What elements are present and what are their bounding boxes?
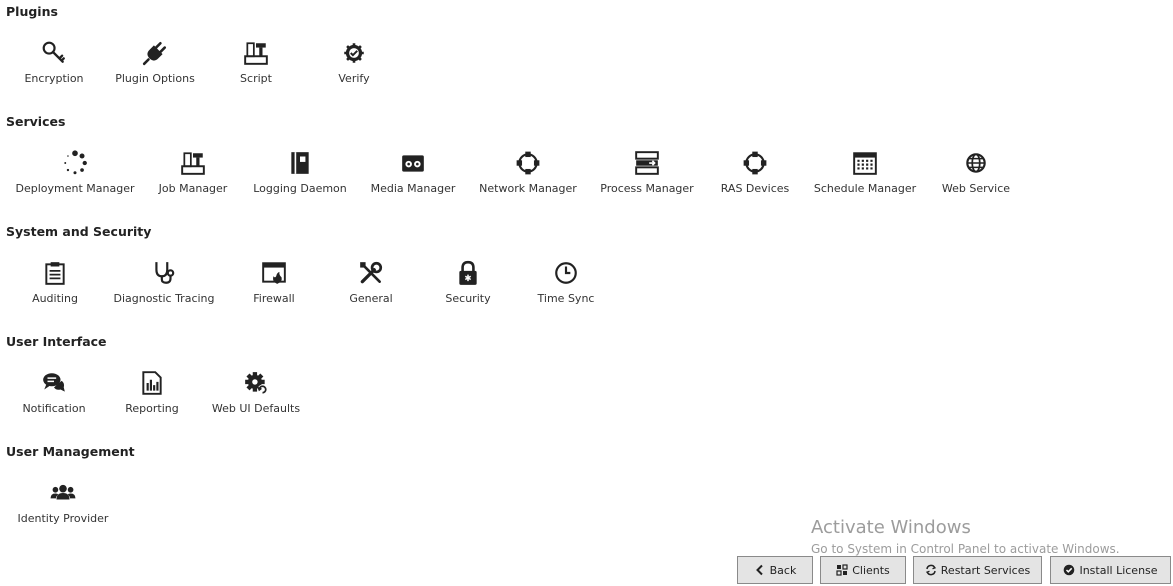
restart-services-button[interactable]: Restart Services: [913, 556, 1042, 584]
script-icon: [244, 42, 268, 65]
network-ring-icon: [516, 151, 540, 175]
tile-label: Process Manager: [600, 182, 694, 195]
job-icon: [181, 152, 205, 175]
clock-icon: [555, 262, 577, 284]
tile-label: Script: [240, 72, 272, 85]
section-title-system-security: System and Security: [6, 224, 152, 239]
tile-label: Verify: [338, 72, 370, 85]
tile-diagnostic-tracing[interactable]: Diagnostic Tracing: [104, 260, 224, 305]
tile-label: Network Manager: [479, 182, 577, 195]
tile-job-manager[interactable]: Job Manager: [133, 150, 253, 195]
report-icon: [142, 371, 162, 395]
tile-label: Media Manager: [370, 182, 456, 195]
tile-label: RAS Devices: [720, 182, 790, 195]
tile-deployment-manager[interactable]: Deployment Manager: [15, 150, 135, 195]
tile-verify[interactable]: Verify: [294, 40, 414, 85]
tile-network-manager[interactable]: Network Manager: [468, 150, 588, 195]
tile-label: Plugin Options: [115, 72, 195, 85]
globe-icon: [966, 153, 986, 173]
tile-identity-provider[interactable]: Identity Provider: [3, 480, 123, 525]
tile-label: Time Sync: [537, 292, 595, 305]
tile-label: Web UI Defaults: [211, 402, 301, 415]
verify-gear-icon: [344, 43, 364, 63]
section-title-user-interface: User Interface: [6, 334, 107, 349]
tile-label: Identity Provider: [17, 512, 109, 525]
tile-time-sync[interactable]: Time Sync: [506, 260, 626, 305]
activate-windows-subtitle: Go to System in Control Panel to activat…: [811, 542, 1120, 556]
tile-label: Diagnostic Tracing: [113, 292, 215, 305]
refresh-icon: [925, 564, 936, 576]
tile-label: Logging Daemon: [253, 182, 347, 195]
back-button[interactable]: Back: [737, 556, 813, 584]
tile-schedule-manager[interactable]: Schedule Manager: [805, 150, 925, 195]
back-button-label: Back: [769, 563, 797, 577]
activate-windows-title: Activate Windows: [811, 517, 971, 538]
gear-refresh-icon: [245, 372, 268, 395]
clients-button-label: Clients: [852, 563, 890, 577]
stethoscope-icon: [155, 262, 175, 284]
process-icon: [635, 151, 659, 175]
tile-label: General: [349, 292, 393, 305]
tile-web-ui-defaults[interactable]: Web UI Defaults: [196, 370, 316, 415]
tile-ras-devices[interactable]: RAS Devices: [695, 150, 815, 195]
tile-label: Web Service: [941, 182, 1011, 195]
tile-label: Security: [445, 292, 491, 305]
plug-icon: [142, 41, 167, 66]
tile-label: Notification: [22, 402, 86, 415]
section-title-user-management: User Management: [6, 444, 135, 459]
tape-icon: [402, 155, 424, 172]
section-title-plugins: Plugins: [6, 4, 58, 19]
key-icon: [42, 41, 65, 63]
tile-label: Schedule Manager: [813, 182, 917, 195]
tools-icon: [360, 261, 383, 284]
spinner-icon: [64, 150, 87, 175]
clients-icon: [836, 564, 848, 576]
firewall-icon: [262, 262, 286, 284]
tile-media-manager[interactable]: Media Manager: [353, 150, 473, 195]
chevron-left-icon: [755, 564, 763, 576]
tile-label: Firewall: [253, 292, 295, 305]
restart-services-button-label: Restart Services: [940, 563, 1031, 577]
install-license-button[interactable]: Install License: [1050, 556, 1171, 584]
tile-label: Auditing: [32, 292, 78, 305]
lock-icon: [459, 260, 477, 285]
calendar-icon: [853, 152, 877, 175]
clipboard-icon: [45, 262, 65, 285]
clients-button[interactable]: Clients: [820, 556, 906, 584]
tile-label: Deployment Manager: [15, 182, 135, 195]
book-icon: [291, 152, 309, 174]
tile-logging-daemon[interactable]: Logging Daemon: [240, 150, 360, 195]
tile-reporting[interactable]: Reporting: [92, 370, 212, 415]
tile-auditing[interactable]: Auditing: [0, 260, 115, 305]
tile-label: Encryption: [24, 72, 84, 85]
ras-ring-icon: [743, 151, 767, 175]
users-icon: [50, 484, 76, 500]
tile-web-service[interactable]: Web Service: [916, 150, 1036, 195]
tile-process-manager[interactable]: Process Manager: [587, 150, 707, 195]
install-license-button-label: Install License: [1079, 563, 1158, 577]
check-circle-icon: [1064, 564, 1075, 576]
chat-icon: [43, 373, 65, 392]
tile-label: Reporting: [125, 402, 179, 415]
section-title-services: Services: [6, 114, 66, 129]
tile-label: Job Manager: [158, 182, 228, 195]
